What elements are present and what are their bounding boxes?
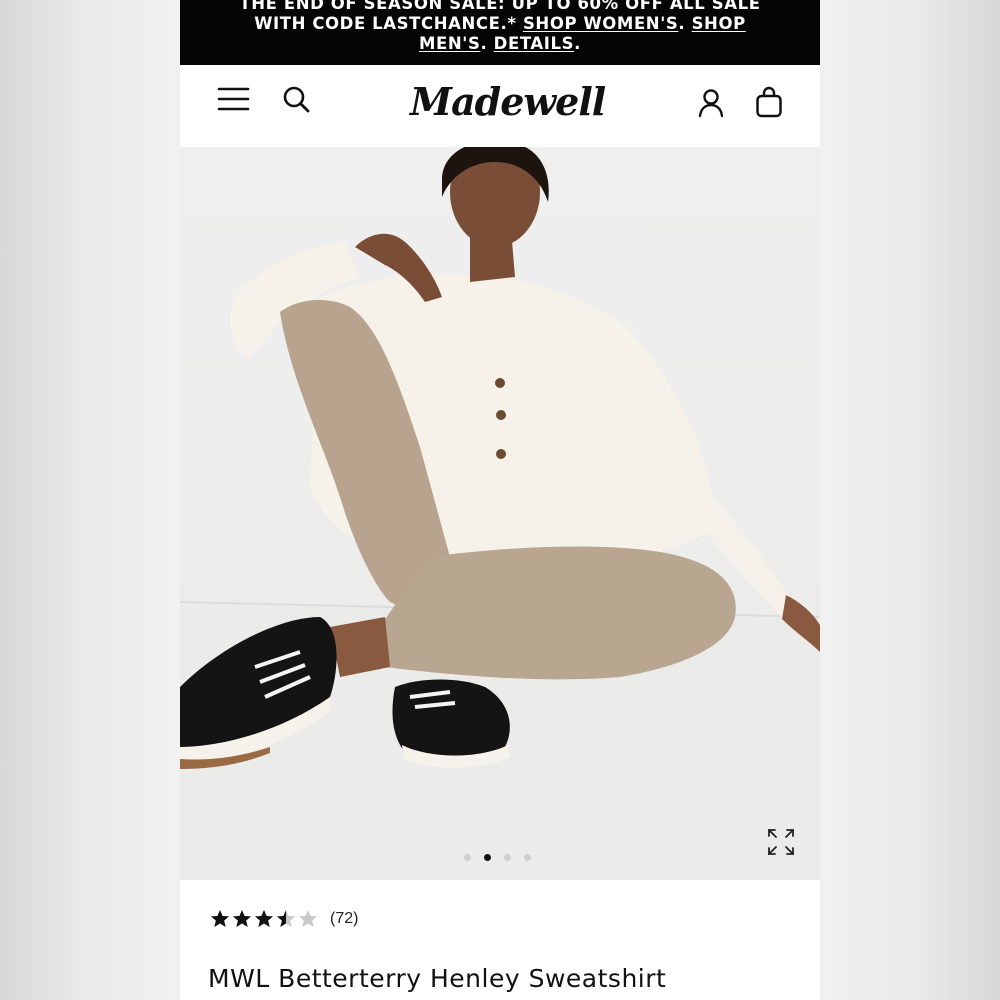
star-icon [254,909,274,929]
search-icon[interactable] [282,85,312,115]
details-link[interactable]: DETAILS [494,34,574,53]
expand-icon[interactable] [766,827,796,857]
star-icon [298,909,318,929]
promo-period: . [574,34,581,53]
madewell-logo[interactable]: Madewell [410,79,606,127]
star-icon [210,909,230,929]
carousel-dot[interactable] [464,854,471,861]
product-image[interactable] [180,147,820,880]
star-icon [276,909,296,929]
product-title: MWL Betterterry Henley Sweatshirt [208,964,667,993]
product-photo-illustration [180,147,820,880]
carousel-dot[interactable] [504,854,511,861]
shop-mens-link-part2[interactable]: MEN'S [419,34,480,53]
promo-banner: THE END OF SEASON SALE: UP TO 60% OFF AL… [180,0,820,65]
site-header: Madewell [180,65,820,147]
review-count[interactable]: (72) [330,910,358,928]
promo-line-1: THE END OF SEASON SALE: UP TO 60% OFF AL… [239,0,761,13]
hamburger-menu-icon[interactable] [217,85,251,113]
carousel-dot[interactable] [524,854,531,861]
promo-code-text: WITH CODE LASTCHANCE.* [254,14,523,33]
shop-womens-link[interactable]: SHOP WOMEN'S [523,14,678,33]
star-icon [232,909,252,929]
carousel-dot[interactable] [484,854,491,861]
phone-screen: THE END OF SEASON SALE: UP TO 60% OFF AL… [180,0,820,1000]
shop-mens-link-part1[interactable]: SHOP [692,14,746,33]
promo-separator: . [480,34,494,53]
account-icon[interactable] [696,88,726,118]
product-info: (72) MWL Betterterry Henley Sweatshirt [180,880,820,1000]
shopping-bag-icon[interactable] [754,85,784,119]
promo-line-3: MEN'S. DETAILS. [180,34,820,54]
promo-separator: . [678,14,692,33]
promo-line-2: WITH CODE LASTCHANCE.* SHOP WOMEN'S. SHO… [180,14,820,34]
